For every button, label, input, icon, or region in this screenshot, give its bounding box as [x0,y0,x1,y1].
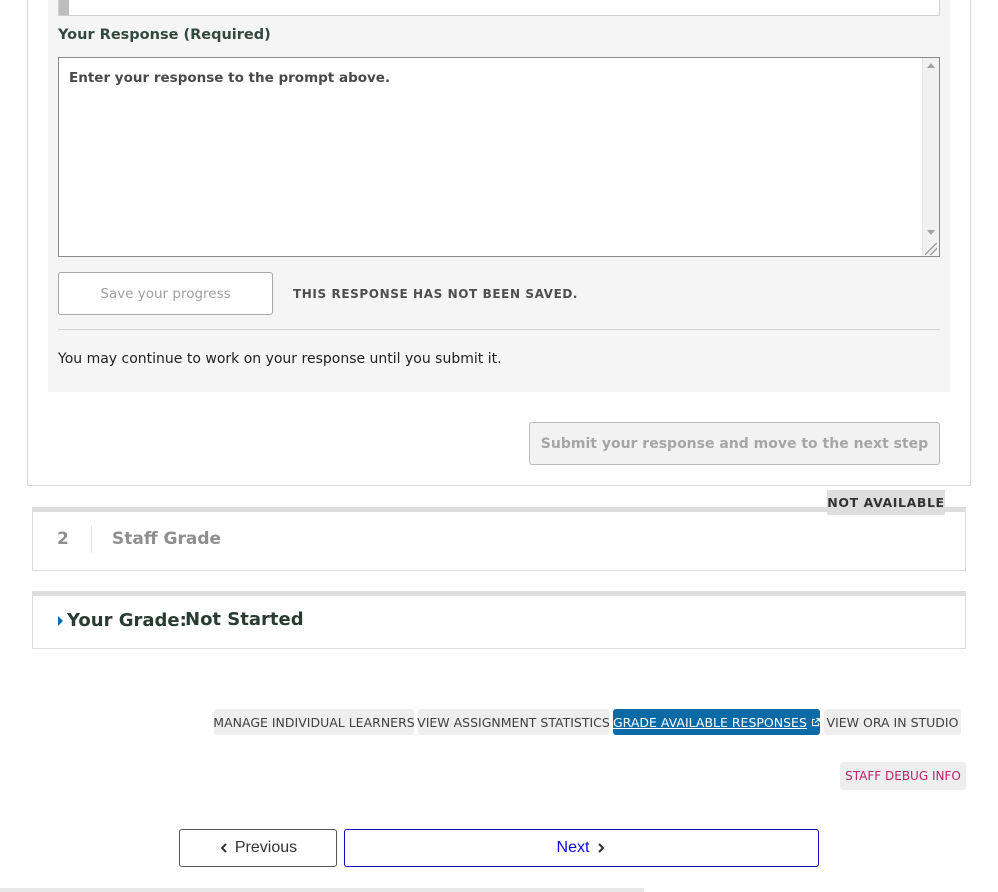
staff-debug-info-button[interactable]: STAFF DEBUG INFO [840,762,966,790]
step-title: Staff Grade [112,529,222,549]
chevron-left-icon [220,843,227,853]
view-statistics-button[interactable]: VIEW ASSIGNMENT STATISTICS [417,709,610,735]
previous-label: Previous [234,839,298,856]
caret-right-icon[interactable] [58,616,63,626]
save-status-text: THIS RESPONSE HAS NOT BEEN SAVED. [293,287,579,301]
response-textarea[interactable] [59,58,925,256]
view-statistics-label: VIEW ASSIGNMENT STATISTICS [417,714,610,730]
next-label: Next [556,839,590,856]
submit-response-button[interactable]: Submit your response and move to the nex… [529,422,940,465]
view-in-studio-button[interactable]: VIEW ORA IN STUDIO [824,709,961,735]
step-number: 2 [57,529,69,549]
grade-responses-button[interactable]: GRADE AVAILABLE RESPONSES [613,709,820,735]
manage-learners-label: MANAGE INDIVIDUAL LEARNERS [213,714,415,730]
continue-note: You may continue to work on your respons… [58,351,502,367]
grade-responses-label: GRADE AVAILABLE RESPONSES [613,714,807,730]
save-progress-button[interactable]: Save your progress [58,272,273,315]
view-in-studio-label: VIEW ORA IN STUDIO [826,714,959,730]
textarea-scrollbar[interactable] [922,58,939,256]
external-link-icon [811,717,820,726]
next-button[interactable]: Next [344,829,819,867]
step-separator [91,526,92,553]
grade-label[interactable]: Your Grade: [67,610,187,631]
divider [58,329,940,330]
resize-grip-icon[interactable] [925,243,937,255]
prompt-box [58,0,940,16]
status-badge: NOT AVAILABLE [827,490,945,515]
scroll-down-arrow-icon[interactable] [927,230,935,235]
chevron-right-icon [598,843,605,853]
response-label: Your Response (Required) [58,27,271,43]
horizontal-scrollbar[interactable] [0,888,644,892]
response-textarea-wrapper [58,57,940,257]
grade-value: Not Started [185,609,304,630]
scroll-up-arrow-icon[interactable] [927,63,935,68]
manage-learners-button[interactable]: MANAGE INDIVIDUAL LEARNERS [213,709,415,735]
previous-button[interactable]: Previous [179,829,337,867]
